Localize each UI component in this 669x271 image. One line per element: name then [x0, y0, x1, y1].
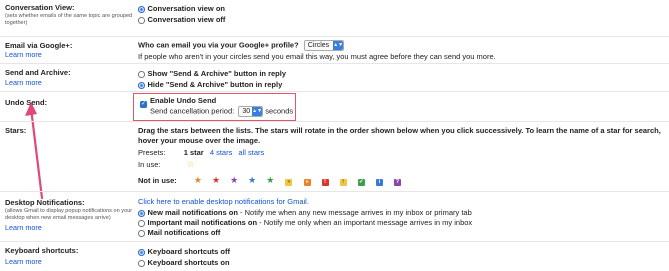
- radio-unselected-icon[interactable]: [138, 260, 145, 267]
- yellow-star-icon[interactable]: ☆: [186, 159, 196, 170]
- send-archive-row: Send and Archive: Learn more Show "Send …: [0, 63, 669, 92]
- blue-info-icon[interactable]: i: [375, 179, 383, 186]
- yellow-exclamation-icon[interactable]: !: [339, 179, 347, 186]
- desktop-notifications-description: (allows Gmail to display popup notificat…: [5, 208, 133, 221]
- stars-not-in-use: Not in use: ★ ★ ★ ★ ★ » » ! ! ✓ i ?: [138, 175, 401, 186]
- radio-selected-icon[interactable]: [138, 249, 145, 256]
- radio-unselected-icon[interactable]: [138, 17, 145, 24]
- conversation-view-description: (sets whether emails of the same topic a…: [5, 13, 133, 26]
- send-archive-show-option[interactable]: Show "Send & Archive" button in reply: [138, 69, 286, 78]
- yellow-bang-icon[interactable]: »: [285, 179, 293, 186]
- google-plus-label: Email via Google+:: [5, 41, 73, 50]
- google-plus-note: If people who aren't in your circles sen…: [138, 52, 496, 61]
- radio-selected-icon[interactable]: [138, 82, 145, 89]
- green-check-icon[interactable]: ✓: [357, 179, 365, 186]
- preset-1-star[interactable]: 1 star: [184, 148, 204, 157]
- purple-star-icon[interactable]: ★: [229, 175, 239, 186]
- conversation-view-off-option[interactable]: Conversation view off: [138, 15, 225, 24]
- google-plus-question: Who can email you via your Google+ profi…: [138, 40, 345, 51]
- orange-guillemet-icon[interactable]: »: [303, 179, 311, 186]
- conversation-view-row: Conversation View: (sets whether emails …: [0, 0, 669, 36]
- important-mail-notifications-option[interactable]: Important mail notifications on - Notify…: [138, 218, 472, 227]
- red-bang-icon[interactable]: !: [321, 179, 329, 186]
- keyboard-shortcuts-on-option[interactable]: Keyboard shortcuts on: [138, 258, 230, 267]
- radio-selected-icon[interactable]: [138, 6, 145, 13]
- stars-label: Stars:: [5, 126, 27, 135]
- checkbox-checked-icon[interactable]: ✓: [140, 100, 147, 108]
- enable-desktop-notifications-link[interactable]: Click here to enable desktop notificatio…: [138, 197, 309, 206]
- keyboard-shortcuts-learn-more-link[interactable]: Learn more: [5, 257, 42, 266]
- stars-presets: Presets: 1 star 4 stars all stars: [138, 148, 265, 157]
- radio-selected-icon[interactable]: [138, 210, 145, 217]
- new-mail-notifications-option[interactable]: New mail notifications on - Notify me wh…: [138, 208, 472, 217]
- keyboard-shortcuts-label: Keyboard shortcuts:: [5, 246, 79, 255]
- green-star-icon[interactable]: ★: [265, 175, 275, 186]
- mail-notifications-off-option[interactable]: Mail notifications off: [138, 228, 220, 237]
- keyboard-shortcuts-off-option[interactable]: Keyboard shortcuts off: [138, 247, 230, 256]
- radio-unselected-icon[interactable]: [138, 71, 145, 78]
- preset-4-stars-link[interactable]: 4 stars: [210, 148, 233, 157]
- desktop-notifications-learn-more-link[interactable]: Learn more: [5, 223, 42, 232]
- send-archive-learn-more-link[interactable]: Learn more: [5, 78, 42, 87]
- conversation-view-label: Conversation View:: [5, 3, 75, 12]
- google-plus-row: Email via Google+: Learn more Who can em…: [0, 36, 669, 64]
- keyboard-shortcuts-row: Keyboard shortcuts: Learn more Keyboard …: [0, 241, 669, 271]
- blue-star-icon[interactable]: ★: [247, 175, 257, 186]
- google-plus-select[interactable]: Circles ▲▼: [303, 40, 345, 51]
- stars-instructions: Drag the stars between the lists. The st…: [138, 126, 661, 145]
- desktop-notifications-label: Desktop Notifications:: [5, 198, 85, 207]
- dropdown-arrow-icon: ▲▼: [252, 107, 263, 116]
- radio-unselected-icon[interactable]: [138, 230, 145, 237]
- undo-send-row: Undo Send:: [0, 91, 669, 122]
- orange-star-icon[interactable]: ★: [193, 175, 203, 186]
- send-archive-hide-option[interactable]: Hide "Send & Archive" button in reply: [138, 80, 282, 89]
- desktop-notifications-row: Desktop Notifications: (allows Gmail to …: [0, 191, 669, 242]
- stars-in-use: In use: ☆: [138, 159, 196, 170]
- purple-question-icon[interactable]: ?: [393, 179, 401, 186]
- stars-row: Stars: Drag the stars between the lists.…: [0, 121, 669, 192]
- cancellation-period: Send cancellation period: 30 ▲▼ seconds: [150, 106, 294, 117]
- preset-all-stars-link[interactable]: all stars: [238, 148, 264, 157]
- dropdown-arrow-icon: ▲▼: [333, 41, 344, 50]
- conversation-view-on-option[interactable]: Conversation view on: [138, 4, 225, 13]
- send-archive-label: Send and Archive:: [5, 68, 71, 77]
- cancellation-period-select[interactable]: 30 ▲▼: [238, 106, 264, 117]
- red-star-icon[interactable]: ★: [211, 175, 221, 186]
- google-plus-learn-more-link[interactable]: Learn more: [5, 50, 42, 59]
- radio-unselected-icon[interactable]: [138, 220, 145, 227]
